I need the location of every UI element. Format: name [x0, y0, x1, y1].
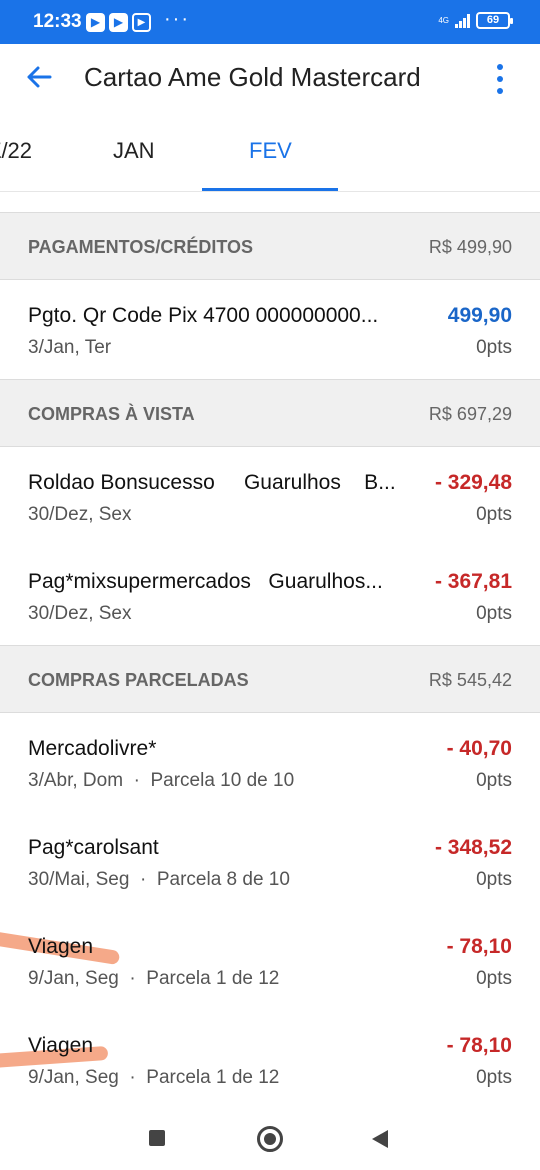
section-title: COMPRAS À VISTA: [28, 404, 195, 424]
statement-list: PAGAMENTOS/CRÉDITOS R$ 499,90 Pgto. Qr C…: [0, 212, 540, 1109]
battery-icon: 69: [476, 12, 513, 29]
list-item[interactable]: Pag*mixsupermercados Guarulhos... - 367,…: [0, 546, 540, 645]
section-title: PAGAMENTOS/CRÉDITOS: [28, 237, 254, 257]
status-bar: 12:33 ▶ ▶ ▶ ··· 4G 69: [0, 0, 540, 44]
list-item[interactable]: Mercadolivre* - 40,70 3/Abr, Dom · Parce…: [0, 713, 540, 812]
item-points: 0pts: [476, 603, 512, 624]
item-amount: 499,90: [447, 304, 512, 327]
section-total: R$ 499,90: [428, 237, 512, 257]
item-name: Viagen: [28, 935, 94, 958]
tab-jan[interactable]: JAN: [113, 138, 155, 164]
network-type: 4G: [438, 15, 449, 25]
more-vert-icon[interactable]: [488, 62, 512, 96]
item-points: 0pts: [476, 337, 512, 358]
tab-dez-22[interactable]: Z/22: [0, 138, 32, 164]
item-points: 0pts: [476, 968, 512, 989]
item-amount: - 348,52: [434, 836, 512, 859]
item-name: Mercadolivre*: [28, 737, 157, 760]
section-total: R$ 697,29: [428, 404, 512, 424]
section-header-pagamentos: PAGAMENTOS/CRÉDITOS R$ 499,90: [0, 212, 540, 280]
battery-level: 69: [486, 14, 500, 26]
item-amount: - 78,10: [446, 1034, 512, 1057]
system-nav-bar: [0, 1104, 540, 1170]
app-bar: Cartao Ame Gold Mastercard: [0, 44, 540, 112]
item-name: Pag*mixsupermercados Guarulhos...: [28, 570, 383, 593]
notification-icons: ▶ ▶ ▶: [86, 13, 151, 32]
youtube-notification-icon: ▶: [132, 13, 151, 32]
signal-icon: [455, 13, 470, 28]
item-amount: - 40,70: [446, 737, 512, 760]
section-header-compras-a-vista: COMPRAS À VISTA R$ 697,29: [0, 379, 540, 447]
list-item[interactable]: Pag*carolsant - 348,52 30/Mai, Seg · Par…: [0, 812, 540, 911]
back-arrow-icon[interactable]: [24, 62, 54, 92]
status-time: 12:33: [33, 11, 82, 32]
recents-icon[interactable]: [149, 1130, 165, 1146]
month-tabs: Z/22 JAN FEV: [0, 112, 540, 192]
item-date: 30/Dez, Sex: [28, 504, 132, 525]
item-points: 0pts: [476, 504, 512, 525]
more-notifications-icon: ···: [164, 8, 190, 30]
item-points: 0pts: [476, 869, 512, 890]
item-date: 3/Jan, Ter: [28, 337, 112, 358]
status-right: 4G 69: [438, 12, 513, 29]
item-date: 3/Abr, Dom · Parcela 10 de 10: [28, 770, 295, 791]
item-name: Pgto. Qr Code Pix 4700 000000000...: [28, 304, 379, 327]
section-total: R$ 545,42: [428, 670, 512, 690]
section-header-compras-parceladas: COMPRAS PARCELADAS R$ 545,42: [0, 645, 540, 713]
list-item[interactable]: Pgto. Qr Code Pix 4700 000000000... 499,…: [0, 280, 540, 379]
item-points: 0pts: [476, 770, 512, 791]
active-tab-indicator: [202, 188, 338, 191]
item-name: Viagen: [28, 1034, 94, 1057]
item-amount: - 78,10: [446, 935, 512, 958]
app-notification-icon: ▶: [109, 13, 128, 32]
home-icon[interactable]: [257, 1126, 283, 1152]
item-amount: - 367,81: [434, 570, 512, 593]
nav-back-icon[interactable]: [372, 1130, 388, 1148]
app-notification-icon: ▶: [86, 13, 105, 32]
section-title: COMPRAS PARCELADAS: [28, 670, 249, 690]
item-name: Pag*carolsant: [28, 836, 159, 859]
item-amount: - 329,48: [434, 471, 512, 494]
item-name: Roldao Bonsucesso Guarulhos B...: [28, 471, 396, 494]
list-item[interactable]: Viagen - 78,10 9/Jan, Seg · Parcela 1 de…: [0, 911, 540, 1010]
item-date: 9/Jan, Seg · Parcela 1 de 12: [28, 968, 280, 989]
item-date: 30/Dez, Sex: [28, 603, 132, 624]
item-date: 9/Jan, Seg · Parcela 1 de 12: [28, 1067, 280, 1088]
page-title: Cartao Ame Gold Mastercard: [84, 62, 421, 92]
tab-fev[interactable]: FEV: [249, 138, 292, 164]
item-date: 30/Mai, Seg · Parcela 8 de 10: [28, 869, 290, 890]
list-item[interactable]: Viagen - 78,10 9/Jan, Seg · Parcela 1 de…: [0, 1010, 540, 1109]
list-item[interactable]: Roldao Bonsucesso Guarulhos B... - 329,4…: [0, 447, 540, 546]
item-points: 0pts: [476, 1067, 512, 1088]
